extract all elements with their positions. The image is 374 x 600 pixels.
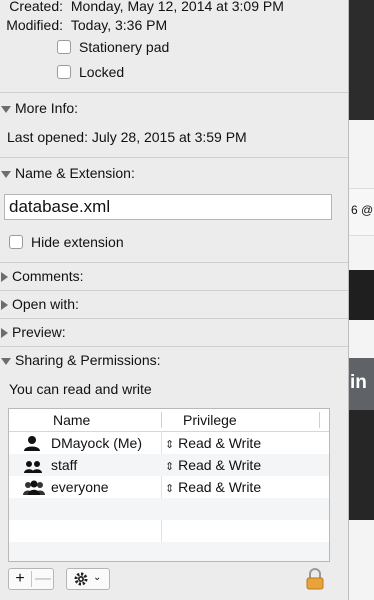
background-banner-text: in: [350, 372, 367, 393]
more-info-header: More Info:: [15, 100, 79, 116]
filename-field[interactable]: database.xml: [4, 194, 332, 220]
more-info-disclosure[interactable]: More Info:: [1, 99, 78, 117]
sharing-header: Sharing & Permissions:: [15, 352, 161, 368]
updown-arrows-icon: ⇕: [165, 483, 175, 495]
background-field: 6 @: [349, 188, 374, 236]
chevron-down-icon: ⌄: [93, 572, 102, 583]
empty-row: [9, 542, 329, 561]
created-label: Created:: [9, 0, 63, 14]
privilege-popup[interactable]: ⇕ Read & Write: [165, 476, 261, 500]
updown-arrows-icon: ⇕: [165, 439, 175, 451]
divider: [0, 262, 348, 263]
disclosure-closed-icon: [1, 272, 8, 283]
divider: [0, 157, 348, 158]
single-user-icon: [24, 436, 40, 451]
lock-icon[interactable]: [306, 568, 324, 590]
privilege-value: Read & Write: [178, 435, 262, 451]
group-icon: [24, 461, 42, 473]
divider: [0, 92, 348, 93]
preview-header: Preview:: [12, 324, 66, 340]
locked-label: Locked: [79, 64, 125, 80]
column-divider: [161, 412, 162, 428]
name-extension-header: Name & Extension:: [15, 165, 135, 181]
remove-button[interactable]: —: [32, 569, 54, 589]
divider: [0, 346, 348, 347]
user-name: DMayock (Me): [51, 435, 143, 451]
table-header: Name Privilege: [9, 409, 329, 432]
modified-row: Modified: Today, 3:36 PM: [5, 16, 167, 34]
name-extension-disclosure[interactable]: Name & Extension:: [1, 164, 135, 182]
stationery-pad-checkbox[interactable]: [57, 40, 71, 54]
background-dark-lower: [349, 410, 374, 520]
action-menu-button[interactable]: ⌄: [66, 568, 110, 590]
updown-arrows-icon: ⇕: [165, 461, 175, 473]
comments-disclosure[interactable]: Comments:: [1, 267, 84, 285]
add-remove-buttons: + —: [8, 568, 54, 590]
hide-extension-checkbox[interactable]: [9, 235, 23, 249]
background-dark-strip: [349, 0, 374, 120]
column-header-privilege[interactable]: Privilege: [183, 409, 237, 431]
permissions-table[interactable]: Name Privilege DMayock (Me) ⇕ Read & Wri…: [8, 408, 330, 562]
comments-header: Comments:: [12, 268, 84, 284]
disclosure-open-icon: [1, 170, 11, 178]
column-divider: [319, 412, 320, 428]
privilege-popup[interactable]: ⇕ Read & Write: [165, 454, 261, 478]
created-row: Created: Monday, May 12, 2014 at 3:09 PM: [5, 0, 284, 15]
stationery-pad-label: Stationery pad: [79, 39, 170, 55]
sharing-permissions-disclosure[interactable]: Sharing & Permissions:: [1, 351, 161, 369]
everyone-icon: [23, 480, 45, 495]
open-with-header: Open with:: [12, 296, 79, 312]
empty-row: [9, 498, 329, 520]
last-opened: Last opened: July 28, 2015 at 3:59 PM: [7, 129, 247, 145]
modified-label: Modified:: [6, 17, 63, 33]
column-header-name[interactable]: Name: [53, 409, 90, 431]
locked-checkbox[interactable]: [57, 65, 71, 79]
background-text: 6 @: [351, 203, 374, 217]
disclosure-closed-icon: [1, 328, 8, 339]
user-name: staff: [51, 457, 78, 473]
user-name: everyone: [51, 479, 109, 495]
modified-value: Today, 3:36 PM: [70, 17, 168, 33]
privilege-value: Read & Write: [178, 479, 262, 495]
permission-summary: You can read and write: [9, 381, 152, 397]
table-row[interactable]: everyone ⇕ Read & Write: [9, 476, 329, 498]
disclosure-open-icon: [1, 105, 11, 113]
add-button[interactable]: +: [9, 569, 31, 589]
open-with-disclosure[interactable]: Open with:: [1, 295, 79, 313]
disclosure-closed-icon: [1, 300, 8, 311]
preview-disclosure[interactable]: Preview:: [1, 323, 66, 341]
hide-extension-label: Hide extension: [31, 234, 124, 250]
divider: [0, 290, 348, 291]
gear-icon: [74, 572, 88, 586]
background-window: 6 @ in: [349, 0, 374, 600]
privilege-popup[interactable]: ⇕ Read & Write: [165, 432, 261, 456]
divider: [0, 318, 348, 319]
info-panel: Created: Monday, May 12, 2014 at 3:09 PM…: [0, 0, 349, 600]
created-value: Monday, May 12, 2014 at 3:09 PM: [70, 0, 284, 14]
table-row[interactable]: DMayock (Me) ⇕ Read & Write: [9, 432, 329, 454]
background-dark-block: [349, 270, 374, 320]
background-banner: in: [349, 358, 374, 410]
table-row[interactable]: staff ⇕ Read & Write: [9, 454, 329, 476]
privilege-value: Read & Write: [178, 457, 262, 473]
disclosure-open-icon: [1, 357, 11, 365]
